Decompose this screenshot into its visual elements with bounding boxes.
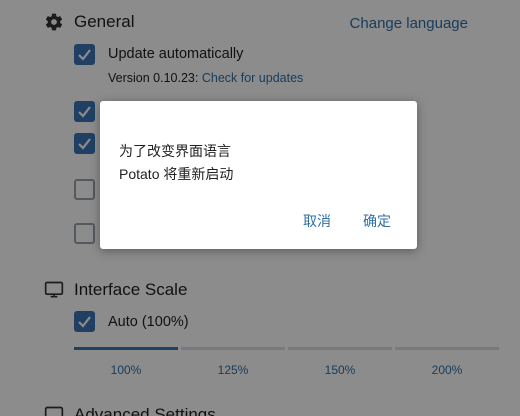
cancel-button[interactable]: 取消 bbox=[303, 211, 331, 231]
dialog-message-line1: 为了改变界面语言 bbox=[119, 143, 231, 159]
settings-window: General Change language Update automatic… bbox=[0, 0, 520, 416]
restart-confirm-dialog: 为了改变界面语言 Potato 将重新启动 取消 确定 bbox=[100, 101, 417, 249]
confirm-button[interactable]: 确定 bbox=[363, 211, 391, 231]
dialog-message-line2: Potato 将重新启动 bbox=[119, 166, 234, 182]
